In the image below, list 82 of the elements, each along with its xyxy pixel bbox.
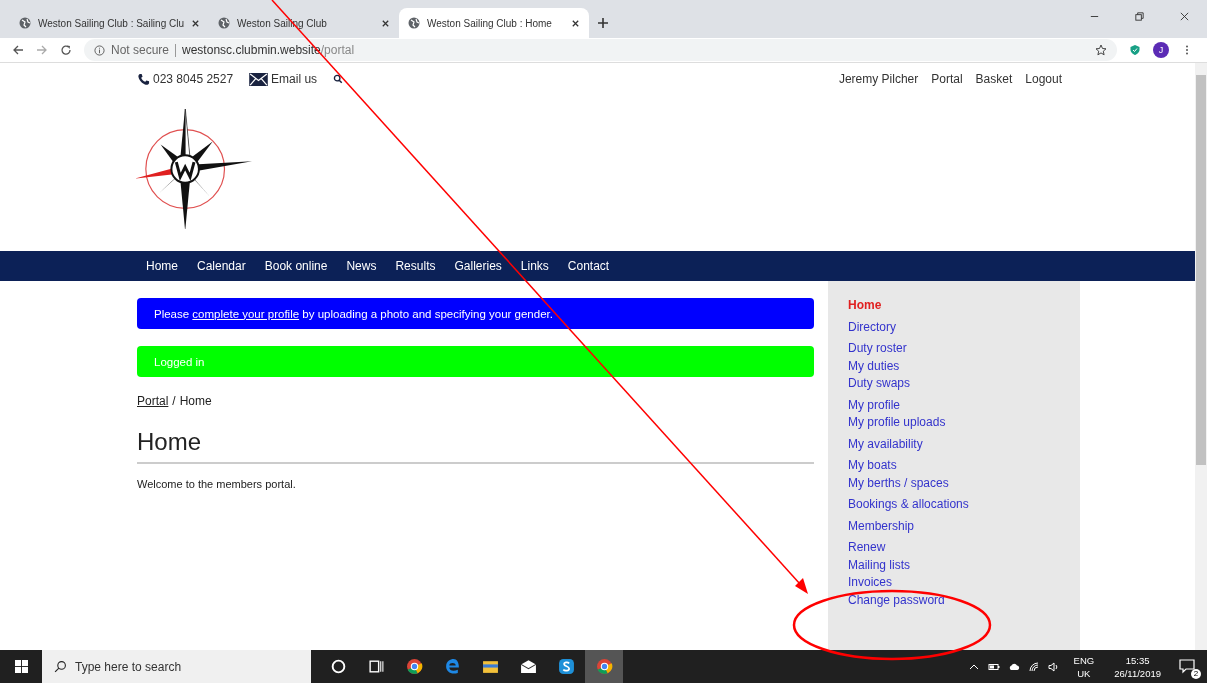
scrollbar[interactable] [1195,63,1207,650]
phone-icon [137,72,150,86]
sidebar-link[interactable]: Home [848,298,1080,313]
globe-icon [19,17,31,29]
sidebar-link[interactable]: My berths / spaces [848,475,1080,490]
region-label[interactable]: UK [1077,666,1091,680]
sidebar-link[interactable]: My profile uploads [848,415,1080,430]
browser-tab[interactable]: Weston Sailing Club : Home [399,8,589,38]
shield-icon[interactable] [1129,44,1141,56]
sidebar-link[interactable]: Membership [848,518,1080,533]
email-link[interactable]: Email us [271,72,318,86]
sidebar-link[interactable]: Duty swaps [848,376,1080,391]
info-icon [94,44,105,56]
wifi-icon[interactable] [1027,660,1040,673]
back-icon[interactable] [12,44,24,56]
restore-icon[interactable] [1134,11,1145,22]
search-icon[interactable] [333,74,344,84]
phone-number[interactable]: 023 8045 2527 [153,72,234,86]
close-icon[interactable] [571,18,580,28]
breadcrumb-separator: / [172,394,176,408]
taskbar-search-field[interactable]: Type here to search [42,650,311,683]
sidebar-link[interactable]: Change password [848,592,1080,607]
star-icon[interactable] [1095,44,1107,56]
user-link[interactable]: Basket [975,72,1013,86]
tab-title: Weston Sailing Club : Home [427,17,553,29]
clock-time[interactable]: 15:35 [1125,653,1150,667]
active-taskbar-button[interactable] [585,650,623,683]
sidebar-link[interactable]: Directory [848,319,1080,334]
notification-count: 2 [1191,668,1201,679]
nav-link[interactable]: News [346,259,377,273]
windows-icon[interactable] [15,660,28,673]
sidebar-link[interactable]: My profile [848,397,1080,412]
new-tab-icon[interactable] [597,17,609,29]
clock-date[interactable]: 26/11/2019 [1114,666,1161,680]
nav-link[interactable]: Book online [264,259,328,273]
language-label[interactable]: ENG [1073,653,1095,667]
profile-avatar[interactable]: J [1153,42,1169,58]
nav-link[interactable]: Results [395,259,436,273]
cortana-icon[interactable] [330,658,347,675]
page-heading: Home [137,428,814,464]
sidebar-link[interactable]: Renew [848,540,1080,555]
sidebar-link[interactable]: My duties [848,358,1080,373]
skype-icon[interactable] [558,658,575,675]
success-alert: Logged in [137,346,814,377]
nav-link[interactable]: Links [520,259,549,273]
sidebar-link[interactable]: Duty roster [848,341,1080,356]
tab-title: Weston Sailing Club : Sailing Clu [38,17,184,29]
nav-link[interactable]: Calendar [197,259,246,273]
browser-tab[interactable]: Weston Sailing Club : Sailing Clu [10,8,209,38]
welcome-text: Welcome to the members portal. [137,478,297,490]
sidebar-link[interactable]: My availability [848,436,1080,451]
reload-icon[interactable] [60,44,72,56]
user-link[interactable]: Logout [1025,72,1062,86]
speaker-icon[interactable] [1047,660,1060,673]
globe-icon [218,17,230,29]
mail-icon[interactable] [520,658,537,675]
close-icon[interactable] [191,18,200,28]
profile-link[interactable]: complete your profile [192,307,300,320]
close-icon[interactable] [381,18,390,28]
nav-link[interactable]: Home [146,259,178,273]
sidebar-link[interactable]: My boats [848,458,1080,473]
close-icon[interactable] [1179,11,1190,22]
nav-link[interactable]: Galleries [454,259,502,273]
sidebar-link[interactable]: Mailing lists [848,557,1080,572]
task-view-icon[interactable] [368,658,385,675]
breadcrumb-current: Home [179,394,212,408]
breadcrumb-link[interactable]: Portal [137,394,169,408]
user-link[interactable]: Portal [931,72,963,86]
profile-alert: Please complete your profile by uploading a photo and specifying your gender. [137,298,814,329]
search-icon [54,660,67,673]
envelope-icon [249,72,269,86]
edge-icon[interactable] [444,658,461,675]
globe-icon [408,17,420,29]
user-link[interactable]: Jeremy Pilcher [838,72,919,86]
notification-icon[interactable] [1179,657,1195,674]
browser-icon[interactable] [406,658,423,675]
sidebar-link[interactable]: Bookings & allocations [848,497,1080,512]
browser-icon [596,658,613,675]
sidebar-link[interactable]: Invoices [848,575,1080,590]
security-label: Not secure [111,43,170,57]
folder-icon[interactable] [482,658,499,675]
nav-link[interactable]: Contact [567,259,610,273]
